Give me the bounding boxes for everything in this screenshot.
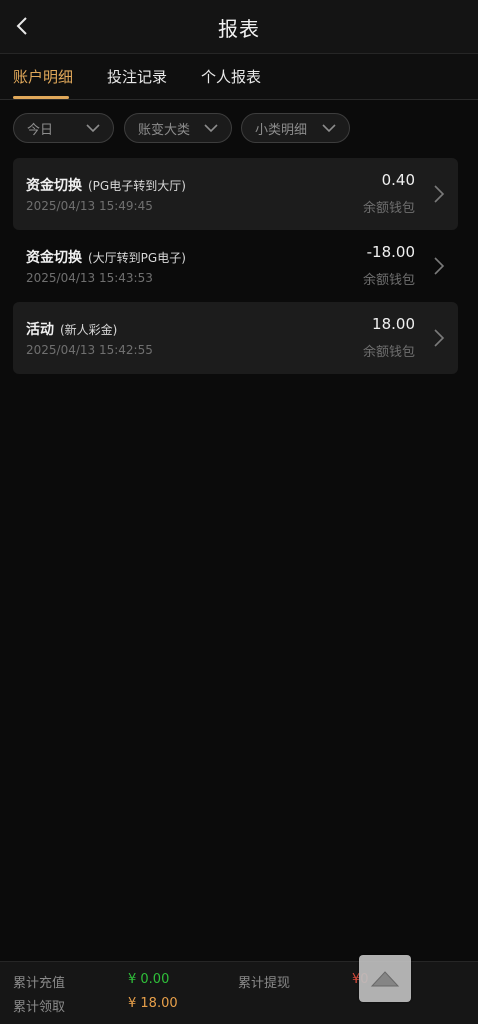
transaction-row[interactable]: 资金切换 (PG电子转到大厅) 2025/04/13 15:49:45 0.40… xyxy=(13,158,458,230)
scroll-to-top-button[interactable] xyxy=(359,955,411,1002)
total-recharge-value: ¥ 0.00 xyxy=(128,972,170,987)
chevron-right-icon xyxy=(434,257,445,275)
total-claim-label: 累计领取 xyxy=(13,1000,66,1015)
tab-bar: 账户明细 投注记录 个人报表 xyxy=(0,54,478,100)
tab-account-details[interactable]: 账户明细 xyxy=(13,66,73,87)
date-filter-dropdown[interactable]: 今日 xyxy=(13,113,114,143)
transaction-time: 2025/04/13 15:49:45 xyxy=(26,199,153,213)
subcategory-filter-label: 小类明细 xyxy=(255,122,308,138)
tab-bet-records[interactable]: 投注记录 xyxy=(107,66,167,87)
chevron-down-icon xyxy=(86,124,100,133)
report-page: 报表 账户明细 投注记录 个人报表 今日 账变大类 小类明细 资金切换 (PG电… xyxy=(0,0,478,1024)
transaction-detail: (PG电子转到大厅) xyxy=(88,179,186,193)
category-filter-dropdown[interactable]: 账变大类 xyxy=(124,113,232,143)
total-withdraw-label: 累计提现 xyxy=(238,976,291,991)
chevron-down-icon xyxy=(322,124,336,133)
transaction-wallet: 余额钱包 xyxy=(362,345,415,360)
transaction-time: 2025/04/13 15:43:53 xyxy=(26,271,153,285)
category-filter-label: 账变大类 xyxy=(138,122,191,138)
transaction-amount: 18.00 xyxy=(372,315,415,333)
transaction-type: 资金切换 xyxy=(26,178,82,194)
transaction-amount: 0.40 xyxy=(381,171,415,189)
page-title: 报表 xyxy=(218,17,260,41)
transaction-row[interactable]: 资金切换 (大厅转到PG电子) 2025/04/13 15:43:53 -18.… xyxy=(13,230,458,302)
total-claim-value: ¥ 18.00 xyxy=(128,996,178,1011)
transaction-wallet: 余额钱包 xyxy=(362,201,415,216)
top-bar: 报表 xyxy=(0,0,478,54)
chevron-right-icon xyxy=(434,185,445,203)
chevron-right-icon xyxy=(434,329,445,347)
transaction-detail: (大厅转到PG电子) xyxy=(88,251,186,265)
active-tab-indicator xyxy=(13,96,69,99)
tab-personal-report[interactable]: 个人报表 xyxy=(201,66,261,87)
transaction-time: 2025/04/13 15:42:55 xyxy=(26,343,153,357)
transaction-wallet: 余额钱包 xyxy=(362,273,415,288)
transaction-detail: (新人彩金) xyxy=(60,323,118,337)
transaction-type: 资金切换 xyxy=(26,250,82,266)
triangle-up-icon xyxy=(370,970,400,986)
chevron-down-icon xyxy=(204,124,218,133)
transaction-amount: -18.00 xyxy=(366,243,415,261)
subcategory-filter-dropdown[interactable]: 小类明细 xyxy=(241,113,350,143)
transaction-type: 活动 xyxy=(26,322,54,338)
date-filter-label: 今日 xyxy=(27,122,54,138)
total-recharge-label: 累计充值 xyxy=(13,976,66,991)
transaction-row[interactable]: 活动 (新人彩金) 2025/04/13 15:42:55 18.00 余额钱包 xyxy=(13,302,458,374)
